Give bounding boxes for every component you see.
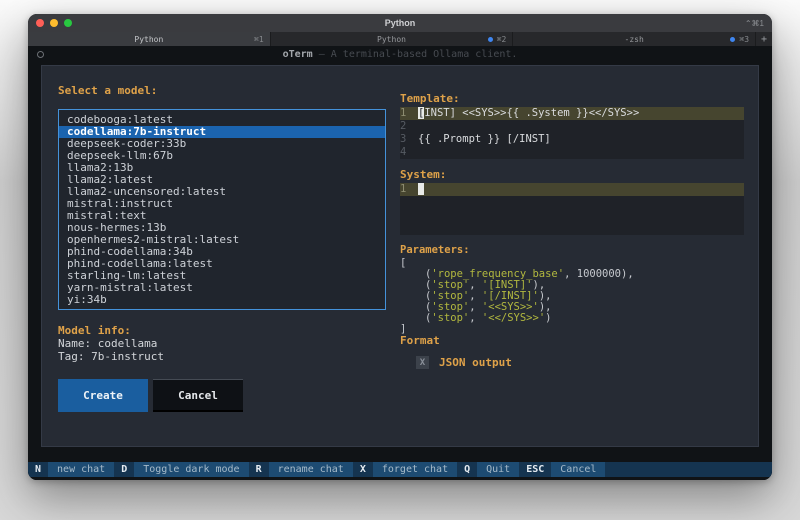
footer-binding[interactable]: Rrename chat: [249, 462, 353, 477]
model-list-item[interactable]: yi:34b: [59, 294, 385, 306]
footer-keybindings: Nnew chatDToggle dark modeRrename chatXf…: [28, 462, 772, 477]
tab-label: -zsh: [513, 35, 755, 44]
binding-label: rename chat: [269, 462, 353, 477]
footer-binding[interactable]: ESCCancel: [519, 462, 605, 477]
footer-binding[interactable]: Nnew chat: [28, 462, 114, 477]
json-output-label: JSON output: [439, 356, 512, 369]
binding-key: Q: [457, 462, 477, 477]
create-button[interactable]: Create: [58, 379, 148, 412]
binding-key: X: [353, 462, 373, 477]
parameter-entry: ('stop', '<</SYS>>'): [400, 313, 744, 324]
param-value: '<</SYS>>': [482, 312, 545, 324]
param-key: 'stop': [431, 312, 469, 324]
new-tab-button[interactable]: +: [756, 32, 772, 46]
dialog-wrapper: Select a model: codebooga:latestcodellam…: [28, 63, 772, 462]
json-output-checkbox[interactable]: X: [416, 356, 429, 369]
param-punct: ,: [469, 312, 482, 324]
line-number: 3: [400, 133, 410, 146]
param-punct: ,: [564, 268, 577, 280]
app-name: oTerm: [283, 49, 313, 60]
binding-key: D: [114, 462, 134, 477]
terminal-tab-1[interactable]: Python⌘1: [28, 32, 271, 46]
app-subtitle: — A terminal-based Ollama client.: [313, 49, 518, 60]
window-title: Python: [28, 18, 772, 28]
param-punct: ),: [621, 268, 634, 280]
dialog-buttons: Create Cancel: [58, 379, 386, 412]
tab-meta: ⌘3: [730, 35, 749, 44]
param-value: 1000000: [577, 268, 621, 280]
binding-label: new chat: [48, 462, 114, 477]
window-shortcut-hint: ⌃⌘1: [745, 19, 764, 28]
line-number: 1: [400, 183, 410, 196]
tab-shortcut: ⌘3: [739, 35, 749, 44]
template-label: Template:: [400, 93, 744, 105]
binding-key: R: [249, 462, 269, 477]
unread-dot-icon: [488, 37, 493, 42]
oterm-header: oTerm — A terminal-based Ollama client.: [28, 46, 772, 63]
tab-shortcut: ⌘2: [497, 35, 507, 44]
param-close-bracket: ]: [400, 324, 744, 335]
editor-line: 4: [400, 146, 744, 159]
tab-bar: Python⌘1Python⌘2-zsh⌘3+: [28, 32, 772, 46]
editor-line: 2: [400, 120, 744, 133]
template-editor[interactable]: 1 [INST] <<SYS>>{{ .System }}<</SYS>> 23 {{…: [400, 107, 744, 159]
model-info-name: Name: codellama: [58, 337, 386, 350]
param-punct: ): [545, 312, 551, 324]
binding-label: forget chat: [373, 462, 457, 477]
editor-text: {{ .Prompt }} [/INST]: [418, 133, 551, 146]
terminal-content: oTerm — A terminal-based Ollama client. …: [28, 46, 772, 480]
tab-label: Python: [271, 35, 513, 44]
editor-line: 1: [400, 183, 744, 196]
window-titlebar: Python ⌃⌘1: [28, 14, 772, 32]
create-model-dialog: Select a model: codebooga:latestcodellam…: [41, 65, 759, 447]
tab-meta: ⌘2: [488, 35, 507, 44]
terminal-window: Python ⌃⌘1 Python⌘1Python⌘2-zsh⌘3+ oTerm…: [28, 14, 772, 480]
format-label: Format: [400, 335, 744, 347]
text-cursor: [418, 183, 424, 195]
parameters-label: Parameters:: [400, 245, 744, 256]
binding-label: Quit: [477, 462, 519, 477]
footer-binding[interactable]: QQuit: [457, 462, 519, 477]
binding-label: Cancel: [551, 462, 605, 477]
footer-wrapper: Nnew chatDToggle dark modeRrename chatXf…: [28, 462, 772, 480]
tab-meta: ⌘1: [254, 35, 264, 44]
dialog-left-column: Select a model: codebooga:latestcodellam…: [58, 84, 386, 434]
json-output-row: X JSON output: [416, 356, 744, 369]
line-number: 2: [400, 120, 410, 133]
model-info: Model info: Name: codellama Tag: 7b-inst…: [58, 324, 386, 363]
binding-key: N: [28, 462, 48, 477]
model-info-heading: Model info:: [58, 324, 386, 337]
terminal-tab-2[interactable]: Python⌘2: [271, 32, 514, 46]
editor-line: 3 {{ .Prompt }} [/INST]: [400, 133, 744, 146]
app-title: oTerm — A terminal-based Ollama client.: [28, 49, 772, 60]
tab-shortcut: ⌘1: [254, 35, 264, 44]
dialog-right-column: Template: 1 [INST] <<SYS>>{{ .System }}<<…: [400, 84, 744, 434]
terminal-tab-3[interactable]: -zsh⌘3: [513, 32, 756, 46]
binding-label: Toggle dark mode: [134, 462, 248, 477]
line-number: 4: [400, 146, 410, 159]
model-list-item[interactable]: yarn-mistral:latest: [59, 282, 385, 294]
unread-dot-icon: [730, 37, 735, 42]
text-cursor: [: [418, 107, 424, 119]
editor-line: 1 [INST] <<SYS>>{{ .System }}<</SYS>>: [400, 107, 744, 120]
cancel-button[interactable]: Cancel: [153, 379, 243, 412]
tab-label: Python: [28, 35, 270, 44]
system-editor[interactable]: 1: [400, 183, 744, 235]
desktop: Python ⌃⌘1 Python⌘1Python⌘2-zsh⌘3+ oTerm…: [0, 0, 800, 520]
select-model-label: Select a model:: [58, 84, 386, 97]
editor-text: [418, 183, 424, 196]
model-list[interactable]: codebooga:latestcodellama:7b-instructdee…: [58, 109, 386, 310]
line-number: 1: [400, 107, 410, 120]
parameters-block: [('rope_frequency_base', 1000000),('stop…: [400, 258, 744, 335]
binding-key: ESC: [519, 462, 551, 477]
footer-binding[interactable]: DToggle dark mode: [114, 462, 248, 477]
footer-binding[interactable]: Xforget chat: [353, 462, 457, 477]
model-info-tag: Tag: 7b-instruct: [58, 350, 386, 363]
system-label: System:: [400, 169, 744, 181]
editor-text: [INST] <<SYS>>{{ .System }}<</SYS>>: [418, 107, 639, 120]
